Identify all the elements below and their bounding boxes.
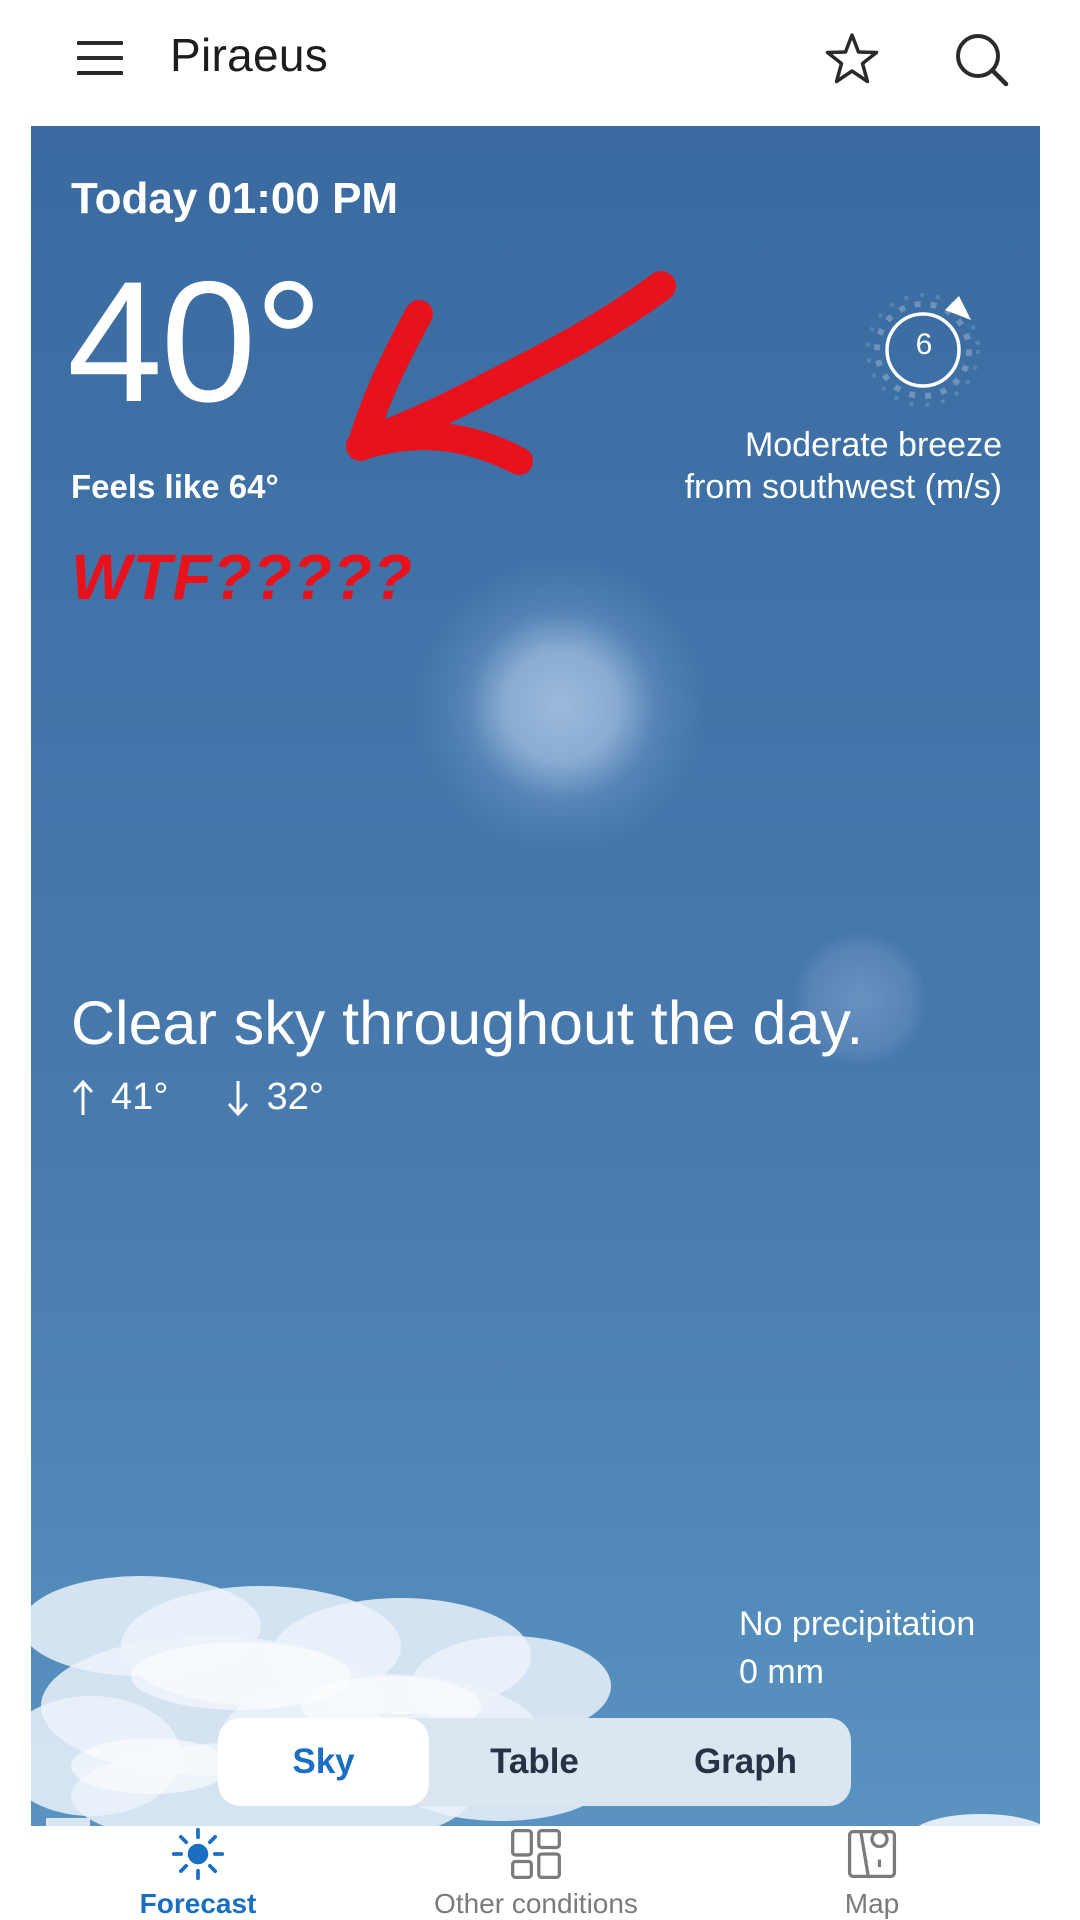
- favorite-button[interactable]: [810, 18, 894, 102]
- nav-map-label: Map: [844, 1888, 900, 1919]
- forecast-day: Today: [71, 174, 198, 223]
- red-arrow-annotation: [346, 271, 676, 475]
- arrow-up-icon: [72, 1079, 94, 1115]
- star-outline-icon: [825, 33, 879, 84]
- arrow-down-icon: [228, 1080, 249, 1116]
- current-temperature: 40°: [67, 246, 323, 438]
- forecast-time: Today 01:00 PM: [71, 174, 398, 224]
- feels-like-temperature: Feels like 64°: [71, 468, 279, 505]
- weather-app: Piraeus Today 01:00 PM 40° Feels like 64°: [0, 0, 1080, 1920]
- high-temperature-value: 41°: [111, 1076, 169, 1118]
- nav-map[interactable]: Map: [752, 1826, 992, 1920]
- weather-sky-panel: Today 01:00 PM 40° Feels like 64° 6 Moder…: [31, 126, 1040, 1826]
- wind-speed: 6: [915, 328, 933, 361]
- low-temperature: 32°: [226, 1076, 324, 1119]
- tab-table[interactable]: Table: [429, 1718, 640, 1806]
- precipitation-info: No precipitation 0 mm: [739, 1600, 975, 1696]
- tab-sky[interactable]: Sky: [218, 1718, 429, 1806]
- nav-forecast-label: Forecast: [139, 1888, 257, 1919]
- daily-summary: Clear sky throughout the day.: [71, 989, 864, 1057]
- bottom-navigation: Forecast Other conditions Map: [0, 1826, 1080, 1920]
- low-temperature-value: 32°: [266, 1076, 324, 1118]
- panel-edge-marker: [46, 1818, 90, 1826]
- menu-button[interactable]: [60, 18, 140, 98]
- search-icon: [956, 34, 1009, 87]
- view-mode-tabs: Sky Table Graph: [218, 1718, 851, 1806]
- nav-other-conditions-label: Other conditions: [434, 1888, 638, 1919]
- nav-other-conditions[interactable]: Other conditions: [416, 1826, 656, 1920]
- precipitation-amount: 0 mm: [739, 1653, 824, 1691]
- hamburger-menu-icon: [77, 41, 123, 75]
- grid-icon: [511, 1829, 561, 1879]
- map-pin-icon: [847, 1829, 897, 1879]
- search-button[interactable]: [940, 18, 1024, 102]
- precipitation-description: No precipitation: [739, 1605, 976, 1643]
- sun-illustration: [411, 556, 711, 856]
- top-app-bar: Piraeus: [0, 0, 1080, 126]
- high-temperature: 41°: [71, 1076, 168, 1119]
- location-title[interactable]: Piraeus: [170, 28, 328, 82]
- nav-forecast[interactable]: Forecast: [78, 1826, 318, 1920]
- high-low-temperatures: 41° 32°: [71, 1076, 382, 1119]
- sun-icon: [171, 1827, 225, 1881]
- tab-graph[interactable]: Graph: [640, 1718, 851, 1806]
- annotation-text: WTF?????: [71, 541, 414, 613]
- forecast-hour: 01:00 PM: [207, 174, 399, 223]
